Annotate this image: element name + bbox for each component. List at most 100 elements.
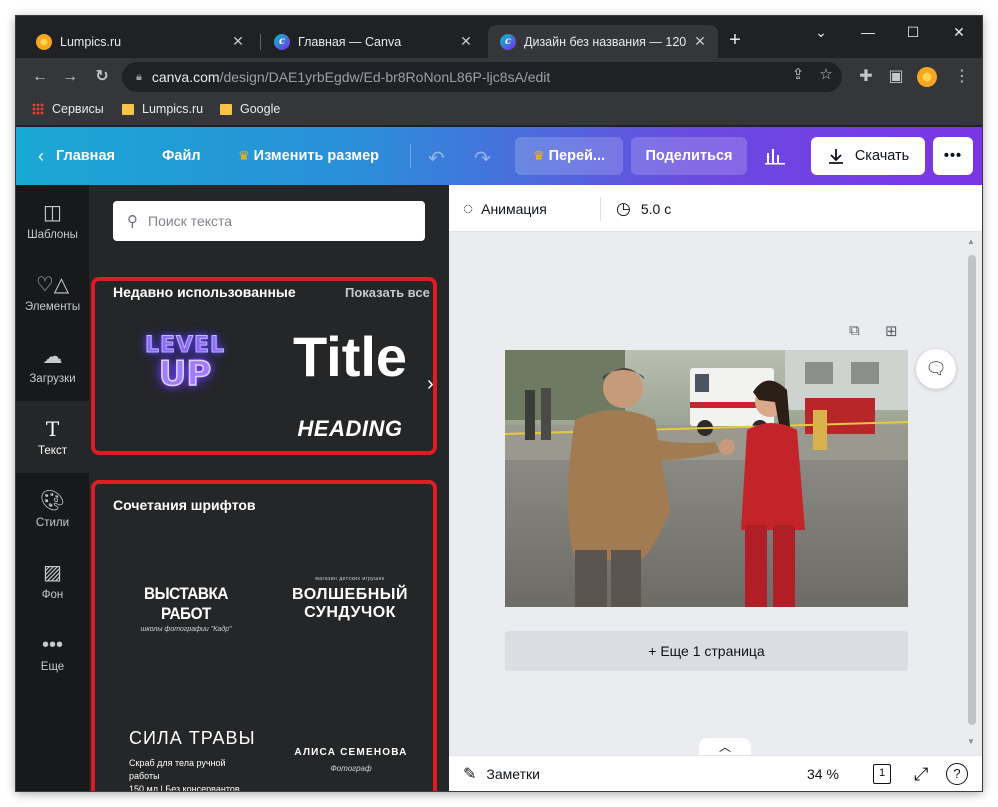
- rail-label: Шаблоны: [27, 229, 78, 241]
- profile-avatar[interactable]: [917, 67, 937, 87]
- new-tab-button[interactable]: +: [723, 30, 747, 50]
- chevron-left-icon: ‹: [38, 145, 44, 166]
- browser-toolbar: ← → ↻ 🔒︎ canva.com/design/DAE1yrbEgdw/Ed…: [16, 58, 982, 96]
- share-page-icon[interactable]: ⇪: [786, 65, 810, 83]
- pages-toggle-button[interactable]: ︿: [699, 738, 751, 756]
- notes-button[interactable]: ✎ Заметки: [463, 756, 540, 791]
- fullscreen-icon[interactable]: ⤢: [914, 756, 928, 791]
- rail-item-elements[interactable]: ♡△ Элементы: [16, 257, 89, 329]
- bookmark-label: Lumpics.ru: [142, 102, 204, 116]
- page-count-icon: 1: [873, 764, 891, 784]
- folder-icon: [220, 103, 232, 115]
- scroll-down-icon[interactable]: ▼: [967, 737, 975, 746]
- bar-chart-icon: [765, 149, 785, 165]
- editor-toolbar: ◌ Анимация ◷ 5.0 с: [449, 185, 982, 232]
- rail-label: Стили: [35, 517, 70, 529]
- rail-item-background[interactable]: ▨ Фон: [16, 545, 89, 617]
- duration-button[interactable]: ◷ 5.0 с: [616, 185, 671, 232]
- duration-label: 5.0 с: [640, 200, 672, 217]
- share-button[interactable]: Поделиться: [631, 137, 747, 175]
- tab-canva-home[interactable]: c Главная — Canva ✕: [262, 25, 484, 58]
- zoom-label: 34 %: [807, 766, 839, 782]
- tab-divider: [260, 34, 261, 50]
- tab-title: Lumpics.ru: [60, 34, 122, 49]
- minimize-icon[interactable]: —: [853, 24, 883, 40]
- design-photo[interactable]: [505, 350, 908, 607]
- add-page-icon[interactable]: ⊞: [885, 322, 898, 340]
- rail-label: Загрузки: [29, 373, 76, 385]
- vertical-scrollbar[interactable]: ▲ ▼: [962, 237, 982, 749]
- forward-icon[interactable]: →: [58, 65, 82, 89]
- tab-lumpics[interactable]: Lumpics.ru ✕: [24, 25, 256, 58]
- comment-button[interactable]: 🗨︎: [916, 349, 956, 389]
- address-bar[interactable]: 🔒︎ canva.com/design/DAE1yrbEgdw/Ed-br8Ro…: [122, 62, 842, 92]
- notes-icon: ✎: [463, 766, 477, 783]
- editor-area: ◌ Анимация ◷ 5.0 с ⧉ ⊞ 🗨︎ + Еще 1 страни…: [449, 185, 982, 791]
- rail-item-styles[interactable]: 🎨︎ Стили: [16, 473, 89, 545]
- add-page-label: + Еще 1 страница: [648, 643, 765, 659]
- close-icon[interactable]: ✕: [230, 33, 246, 50]
- scroll-up-icon[interactable]: ▲: [967, 237, 975, 246]
- rail-item-more[interactable]: ••• Еще: [16, 617, 89, 689]
- more-actions-button[interactable]: •••: [933, 137, 973, 175]
- clock-icon: ◷: [616, 198, 631, 218]
- file-label: Файл: [162, 148, 201, 164]
- redo-icon[interactable]: ↷: [474, 146, 491, 171]
- styles-icon: 🎨︎: [39, 490, 66, 512]
- tab-search-icon[interactable]: ⌄: [806, 24, 836, 41]
- side-panel-icon[interactable]: ▣: [884, 65, 908, 89]
- notes-label: Заметки: [486, 766, 540, 782]
- animation-button[interactable]: ◌ Анимация: [463, 185, 547, 232]
- home-link[interactable]: ‹ Главная: [38, 127, 115, 185]
- bookmark-google[interactable]: Google: [220, 102, 280, 116]
- extensions-icon[interactable]: ✚: [854, 65, 878, 89]
- header-divider: [410, 144, 411, 168]
- page-count-button[interactable]: 1: [873, 756, 891, 791]
- canva-favicon-icon: c: [274, 33, 290, 50]
- uploads-icon: ☁: [42, 346, 63, 368]
- street-scene-image: [505, 350, 908, 607]
- rail-item-uploads[interactable]: ☁ Загрузки: [16, 329, 89, 401]
- close-window-icon[interactable]: ✕: [944, 24, 974, 41]
- file-menu[interactable]: Файл: [162, 127, 201, 185]
- bookmark-star-icon[interactable]: ☆: [814, 65, 838, 83]
- maximize-icon[interactable]: ☐: [898, 24, 928, 41]
- upgrade-button[interactable]: ♛ Перей...: [515, 137, 623, 175]
- close-icon[interactable]: ✕: [458, 33, 474, 50]
- scroll-thumb[interactable]: [968, 255, 976, 725]
- templates-icon: ◫: [43, 202, 62, 224]
- search-input[interactable]: ⚲ Поиск текста: [113, 201, 425, 241]
- close-icon[interactable]: ✕: [692, 33, 708, 50]
- browser-window: Lumpics.ru ✕ c Главная — Canva ✕ c Дизай…: [16, 16, 982, 791]
- resize-button[interactable]: ♛ Изменить размер: [238, 127, 379, 185]
- bookmark-label: Google: [240, 102, 281, 116]
- download-button[interactable]: Скачать: [811, 137, 925, 175]
- add-page-button[interactable]: + Еще 1 страница: [505, 631, 908, 671]
- bookmark-services[interactable]: Сервисы: [32, 102, 104, 116]
- reload-icon[interactable]: ↻: [90, 65, 114, 89]
- rail-label: Еще: [40, 661, 65, 673]
- canva-favicon-icon: c: [500, 33, 516, 50]
- text-panel: ⚲ Поиск текста Недавно использованные По…: [89, 185, 449, 791]
- back-icon[interactable]: ←: [28, 65, 52, 89]
- tab-canva-design[interactable]: c Дизайн без названия — 1200 ✕: [488, 25, 718, 58]
- rail-item-text[interactable]: T Текст: [16, 401, 89, 473]
- menu-kebab-icon[interactable]: ⋮: [950, 65, 974, 89]
- tab-title: Дизайн без названия — 1200: [524, 34, 686, 49]
- bookmark-lumpics[interactable]: Lumpics.ru: [122, 102, 203, 116]
- rail-item-templates[interactable]: ◫ Шаблоны: [16, 185, 89, 257]
- crown-icon: ♛: [238, 148, 250, 163]
- rail-label: Элементы: [24, 301, 81, 313]
- help-button[interactable]: ?: [946, 756, 968, 791]
- home-label: Главная: [56, 148, 115, 164]
- undo-icon[interactable]: ↶: [428, 146, 445, 171]
- download-icon: [828, 149, 843, 164]
- lock-icon: 🔒︎: [136, 70, 142, 83]
- duplicate-page-icon[interactable]: ⧉: [849, 322, 860, 339]
- zoom-level[interactable]: 34 %: [807, 756, 839, 791]
- resize-label: Изменить размер: [253, 148, 380, 164]
- search-placeholder: Поиск текста: [148, 213, 233, 229]
- crown-icon: ♛: [532, 148, 545, 163]
- insights-button[interactable]: [755, 137, 795, 175]
- url-text: canva.com/design/DAE1yrbEgdw/Ed-br8RoNon…: [151, 69, 551, 85]
